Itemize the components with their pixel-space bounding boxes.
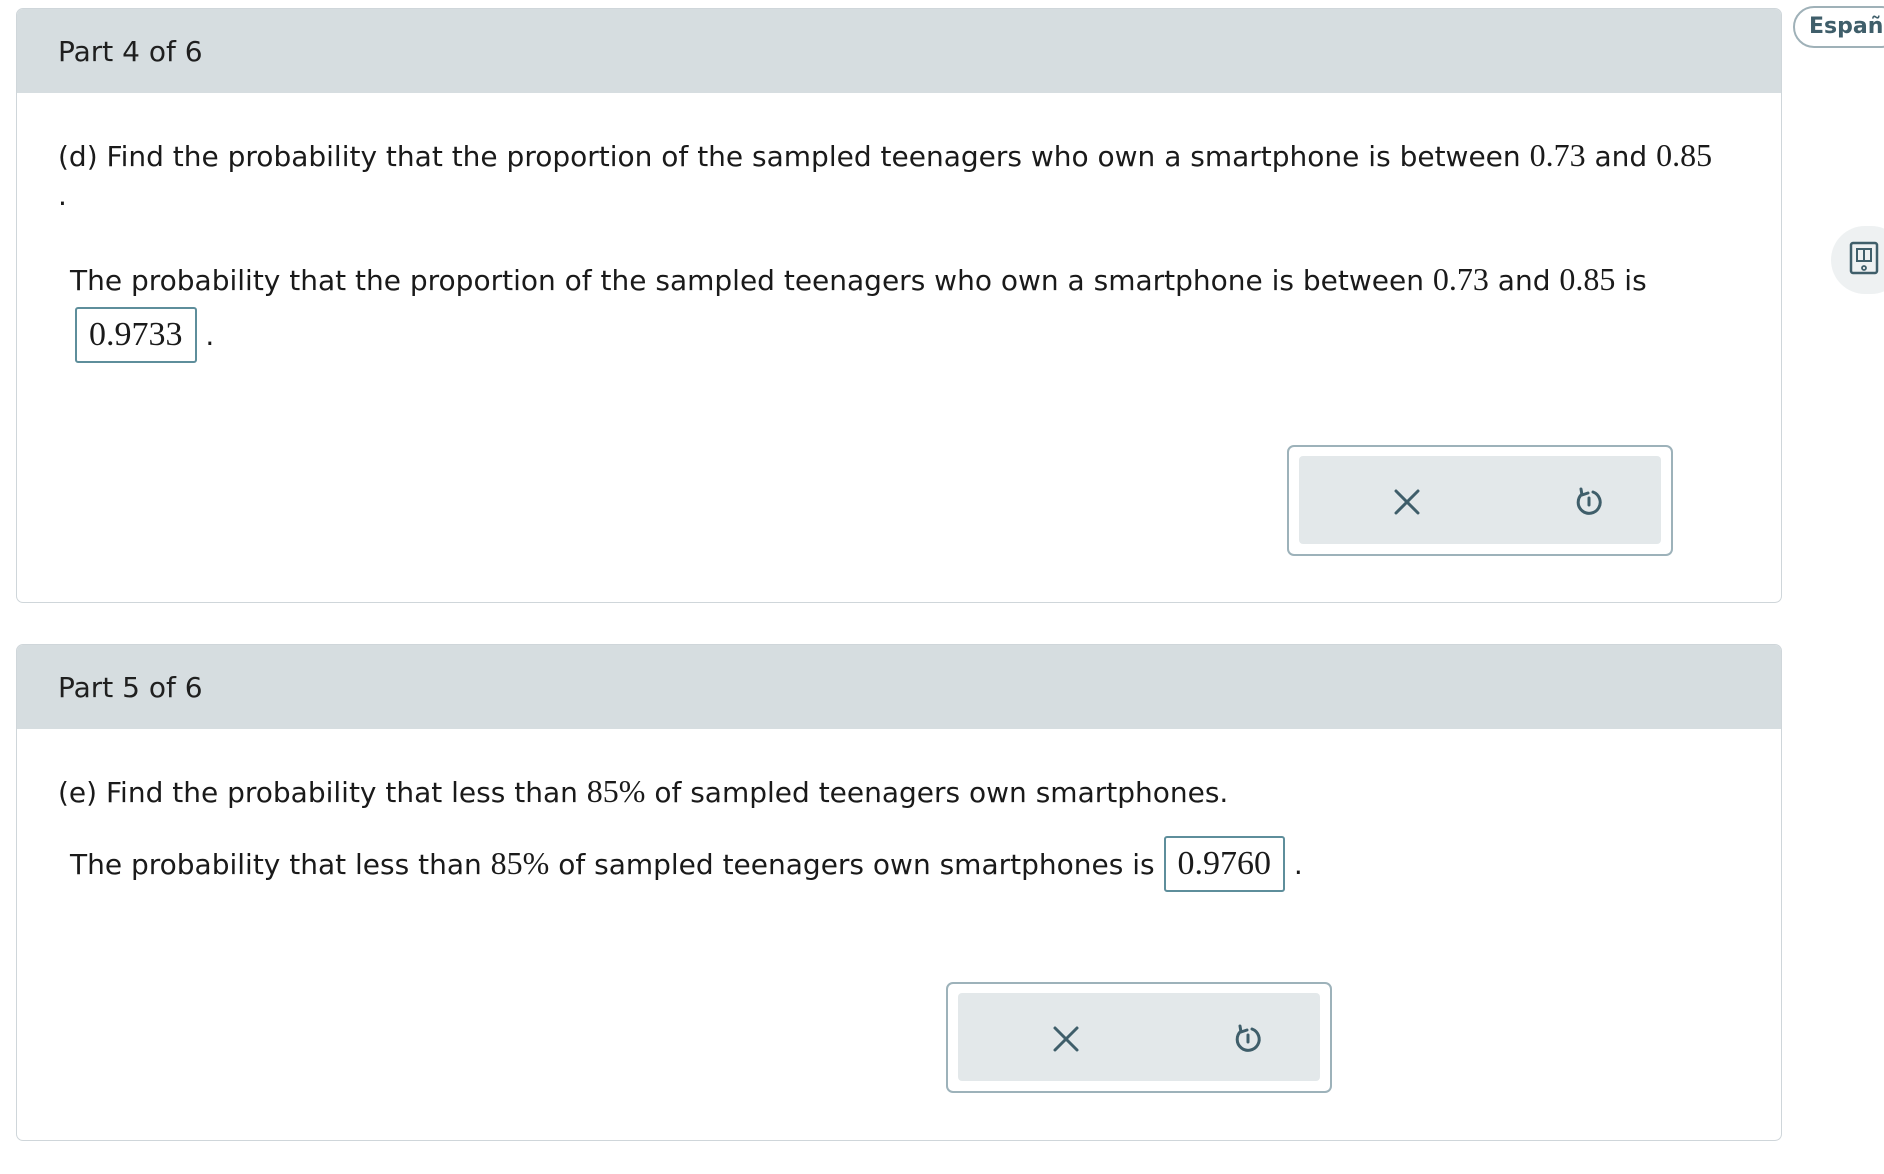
value-lower: 0.73 xyxy=(1529,137,1586,173)
part-5-question: (e) Find the probability that less than … xyxy=(58,773,1228,810)
answer-line-text: The probability that less than xyxy=(70,848,482,881)
part-4-answer-line: The probability that the proportion of t… xyxy=(70,261,1647,298)
question-suffix: of sampled teenagers own smartphones. xyxy=(654,776,1229,809)
clear-answer-button[interactable] xyxy=(1038,1011,1094,1067)
language-toggle-button[interactable]: Españo xyxy=(1793,6,1884,48)
answer-action-group xyxy=(946,982,1332,1093)
connector-text: and xyxy=(1594,140,1648,173)
answer-line-suffix: is xyxy=(1624,264,1647,297)
connector-text: and xyxy=(1497,264,1551,297)
question-text: (e) Find the probability that less than xyxy=(58,776,578,809)
part-4-answer-row: 0.9733 . xyxy=(75,307,214,363)
part-5-answer-line: The probability that less than 85% of sa… xyxy=(70,836,1303,892)
part-5-panel: Part 5 of 6 (e) Find the probability tha… xyxy=(16,644,1782,1141)
close-icon xyxy=(1394,489,1420,515)
clear-answer-button[interactable] xyxy=(1379,474,1435,530)
action-bar xyxy=(958,993,1320,1081)
value-lower: 0.73 xyxy=(1432,261,1489,297)
answer-input[interactable]: 0.9760 xyxy=(1163,836,1285,892)
reset-answer-button[interactable] xyxy=(1220,1011,1276,1067)
reference-tool-button[interactable] xyxy=(1831,226,1884,294)
action-bar xyxy=(1299,456,1661,544)
question-text: (d) Find the probability that the propor… xyxy=(58,140,1521,173)
part-4-question: (d) Find the probability that the propor… xyxy=(58,137,1712,174)
book-icon xyxy=(1849,241,1879,275)
answer-end-period: . xyxy=(1293,848,1303,881)
part-5-header: Part 5 of 6 xyxy=(17,645,1781,729)
reset-answer-button[interactable] xyxy=(1561,474,1617,530)
value-upper: 0.85 xyxy=(1559,261,1616,297)
part-4-panel: Part 4 of 6 (d) Find the probability tha… xyxy=(16,8,1782,603)
answer-end-period: . xyxy=(205,319,215,352)
close-icon xyxy=(1053,1026,1079,1052)
answer-line-text: The probability that the proportion of t… xyxy=(70,264,1424,297)
percent-value: 85% xyxy=(586,773,646,809)
answer-action-group xyxy=(1287,445,1673,556)
undo-icon xyxy=(1576,487,1602,515)
part-4-header: Part 4 of 6 xyxy=(17,9,1781,93)
undo-icon xyxy=(1235,1024,1261,1052)
answer-input[interactable]: 0.9733 xyxy=(75,307,197,363)
question-trailing-period: . xyxy=(58,179,67,212)
value-upper: 0.85 xyxy=(1656,137,1713,173)
percent-value: 85% xyxy=(490,845,550,881)
answer-line-suffix: of sampled teenagers own smartphones is xyxy=(558,848,1155,881)
